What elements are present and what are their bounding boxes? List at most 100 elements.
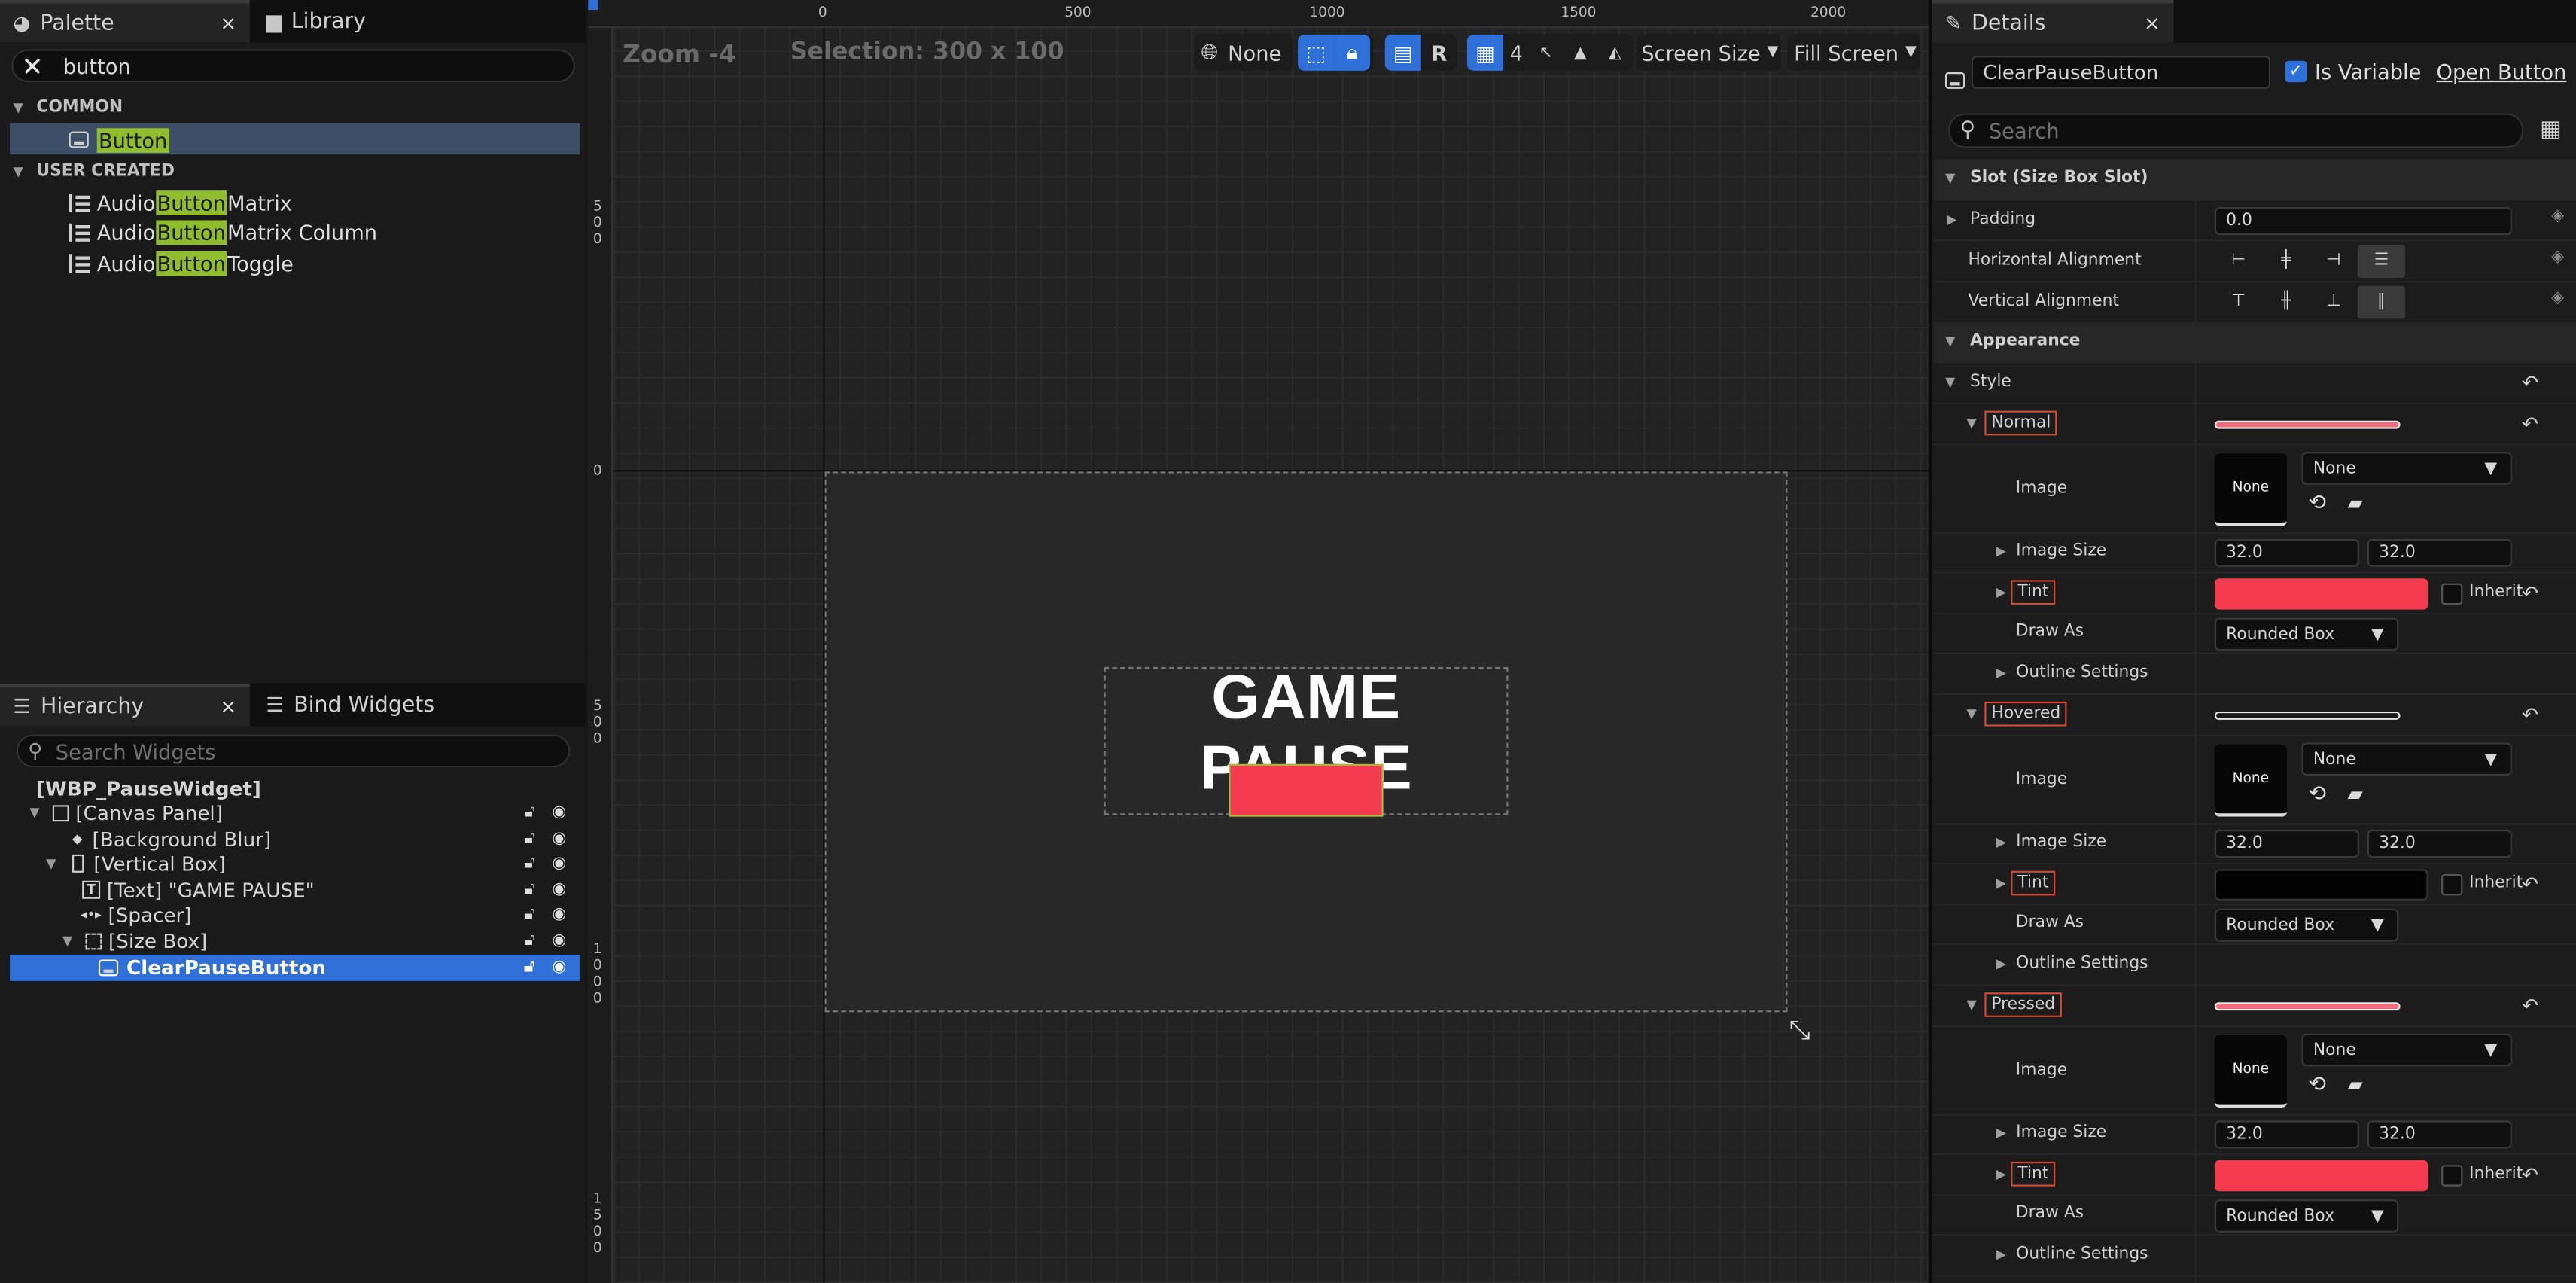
use-asset-icon[interactable]: ⟲: [2308, 1073, 2326, 1098]
tree-row-clear-pause-button[interactable]: ClearPauseButton 🔓︎ ◉: [10, 954, 580, 980]
lock-icon[interactable]: 🔓︎: [524, 906, 534, 924]
align-fill-icon[interactable]: ☰: [2357, 245, 2406, 278]
fill-screen-dropdown[interactable]: Fill Screen ▼: [1787, 34, 1921, 71]
is-variable-checkbox[interactable]: ✓: [2285, 60, 2307, 83]
visibility-eye-icon[interactable]: ◉: [552, 881, 566, 899]
transform-group[interactable]: ⬚ 🔒︎: [1298, 34, 1374, 71]
dashed-box-icon[interactable]: ⬚: [1298, 34, 1335, 71]
close-icon[interactable]: ×: [220, 695, 236, 718]
image-thumbnail[interactable]: None: [2214, 744, 2287, 817]
visibility-eye-icon[interactable]: ◉: [552, 958, 566, 977]
palette-item-button[interactable]: Button: [69, 125, 169, 154]
close-icon[interactable]: ×: [2144, 11, 2160, 35]
tree-row-size-box[interactable]: ▼ [Size Box] 🔓︎ ◉: [10, 928, 580, 954]
clear-pause-button-preview[interactable]: [1229, 763, 1384, 817]
draw-as-dropdown[interactable]: Rounded Box ▼: [2214, 1199, 2399, 1233]
reset-to-default-icon[interactable]: ↶: [2522, 703, 2538, 727]
screen-size-dropdown[interactable]: Screen Size ▼: [1636, 34, 1781, 71]
align-vfill-icon[interactable]: ‖: [2357, 285, 2406, 319]
visibility-eye-icon[interactable]: ◉: [552, 855, 566, 873]
grid-icon[interactable]: ▦: [1466, 34, 1503, 71]
tree-row-canvas-panel[interactable]: ▼ [Canvas Panel] 🔓︎ ◉: [10, 800, 580, 826]
image-thumbnail[interactable]: None: [2214, 453, 2287, 526]
grid-snap-group[interactable]: ▦ 4 ↖ ▲ ◭: [1466, 34, 1634, 71]
open-button-link[interactable]: Open Button: [2436, 59, 2566, 84]
cursor-icon[interactable]: ↖: [1530, 35, 1563, 71]
tab-palette[interactable]: ◕ Palette ×: [0, 0, 250, 43]
image-size-x-input[interactable]: 32.0: [2214, 830, 2359, 858]
padding-input[interactable]: 0.0: [2214, 206, 2512, 236]
layout-mode-icon[interactable]: ▤: [1384, 34, 1421, 71]
tree-row-background-blur[interactable]: ◆ [Background Blur] 🔓︎ ◉: [10, 827, 580, 852]
tab-bind-widgets[interactable]: ☰ Bind Widgets: [253, 684, 581, 727]
property-matrix-icon[interactable]: ▦: [2540, 117, 2562, 143]
lock-icon[interactable]: 🔓︎: [524, 804, 534, 822]
browse-asset-icon[interactable]: ▰: [2348, 1073, 2363, 1096]
lock-icon[interactable]: 🔒︎: [1334, 34, 1371, 71]
image-asset-dropdown[interactable]: None ▼: [2301, 742, 2512, 776]
lock-icon[interactable]: 🔓︎: [524, 932, 534, 950]
category-common[interactable]: ▼ COMMON: [10, 92, 580, 121]
clear-search-icon[interactable]: ✕: [21, 50, 43, 81]
layout-group[interactable]: ▤ R: [1384, 34, 1457, 71]
property-outline-settings[interactable]: ▶ Outline Settings: [1933, 945, 2576, 986]
image-size-y-input[interactable]: 32.0: [2367, 830, 2512, 858]
designer-canvas[interactable]: 0 500 1000 1500 2000 500 0 500 1000 1500…: [588, 0, 1929, 1283]
lock-icon[interactable]: 🔓︎: [524, 958, 534, 977]
add-key-icon[interactable]: ◈: [2551, 207, 2564, 225]
inherit-checkbox[interactable]: [2441, 1165, 2463, 1187]
add-key-icon[interactable]: ◈: [2551, 289, 2564, 307]
localization-preview-group[interactable]: 🌐︎ None: [1194, 34, 1293, 71]
grid-snap-value[interactable]: 4: [1503, 35, 1530, 71]
visibility-eye-icon[interactable]: ◉: [552, 906, 566, 924]
reset-to-default-icon[interactable]: ↶: [2522, 582, 2538, 605]
resize-handle-icon[interactable]: ⤡: [1789, 1014, 1810, 1047]
reset-to-default-icon[interactable]: ↶: [2522, 994, 2538, 1017]
image-size-y-input[interactable]: 32.0: [2367, 538, 2512, 567]
tab-hierarchy[interactable]: ☰ Hierarchy ×: [0, 683, 250, 727]
draw-as-dropdown[interactable]: Rounded Box ▼: [2214, 908, 2399, 942]
visibility-eye-icon[interactable]: ◉: [552, 804, 566, 822]
image-asset-dropdown[interactable]: None ▼: [2301, 1033, 2512, 1067]
property-outline-settings[interactable]: ▶ Outline Settings: [1933, 1236, 2576, 1277]
align-left-icon[interactable]: ⊢: [2215, 245, 2262, 278]
tab-details[interactable]: ✎ Details ×: [1932, 0, 2174, 43]
align-bottom-icon[interactable]: ⊥: [2310, 286, 2357, 319]
tree-row-text[interactable]: T [Text] "GAME PAUSE" 🔓︎ ◉: [10, 877, 580, 903]
visibility-eye-icon[interactable]: ◉: [552, 932, 566, 950]
lock-icon[interactable]: 🔓︎: [524, 830, 534, 849]
close-icon[interactable]: ×: [220, 11, 236, 35]
tree-row-spacer[interactable]: ◂•▸ [Spacer] 🔓︎ ◉: [10, 902, 580, 928]
add-key-icon[interactable]: ◈: [2551, 248, 2564, 267]
category-user-created[interactable]: ▼ USER CREATED: [10, 156, 580, 185]
valign-buttons[interactable]: ⊤ ╫ ⊥ ‖: [2215, 285, 2412, 319]
image-size-x-input[interactable]: 32.0: [2214, 538, 2359, 567]
tab-library[interactable]: ▆ Library: [253, 0, 499, 43]
inherit-checkbox[interactable]: [2441, 874, 2463, 896]
section-appearance[interactable]: ▼ Appearance: [1933, 322, 2576, 363]
widget-name-input[interactable]: ClearPauseButton: [1971, 56, 2271, 89]
tint-color-swatch[interactable]: [2214, 578, 2428, 610]
image-size-y-input[interactable]: 32.0: [2367, 1120, 2512, 1149]
property-style[interactable]: ▼ Style: [1933, 363, 2576, 404]
mirror-icon[interactable]: ◭: [1598, 35, 1631, 71]
hierarchy-search-input[interactable]: ⚲ Search Widgets: [16, 734, 571, 768]
lock-icon[interactable]: 🔓︎: [524, 881, 534, 899]
palette-search-input[interactable]: ✕ button: [11, 49, 575, 83]
property-outline-settings[interactable]: ▶ Outline Settings: [1933, 654, 2576, 695]
palette-item-audio-button-toggle[interactable]: Audio Button Toggle: [69, 248, 294, 278]
reset-to-default-icon[interactable]: ↶: [2522, 1163, 2538, 1187]
palette-item-audio-button-matrix-column[interactable]: Audio Button Matrix Column: [69, 217, 377, 246]
section-slot[interactable]: ▼ Slot (Size Box Slot): [1933, 159, 2576, 200]
align-middle-icon[interactable]: ╫: [2262, 286, 2310, 319]
tree-row-vertical-box[interactable]: ▼ [Vertical Box] 🔓︎ ◉: [10, 851, 580, 876]
image-thumbnail[interactable]: None: [2214, 1035, 2287, 1108]
use-asset-icon[interactable]: ⟲: [2308, 782, 2326, 807]
details-search-input[interactable]: ⚲ Search: [1948, 113, 2524, 148]
reset-to-default-icon[interactable]: ↶: [2522, 873, 2538, 896]
align-top-icon[interactable]: ⊤: [2215, 286, 2262, 319]
reset-to-default-icon[interactable]: ↶: [2522, 413, 2538, 436]
inherit-checkbox[interactable]: [2441, 583, 2463, 605]
reset-to-default-icon[interactable]: ↶: [2522, 371, 2538, 395]
browse-asset-icon[interactable]: ▰: [2348, 492, 2363, 515]
